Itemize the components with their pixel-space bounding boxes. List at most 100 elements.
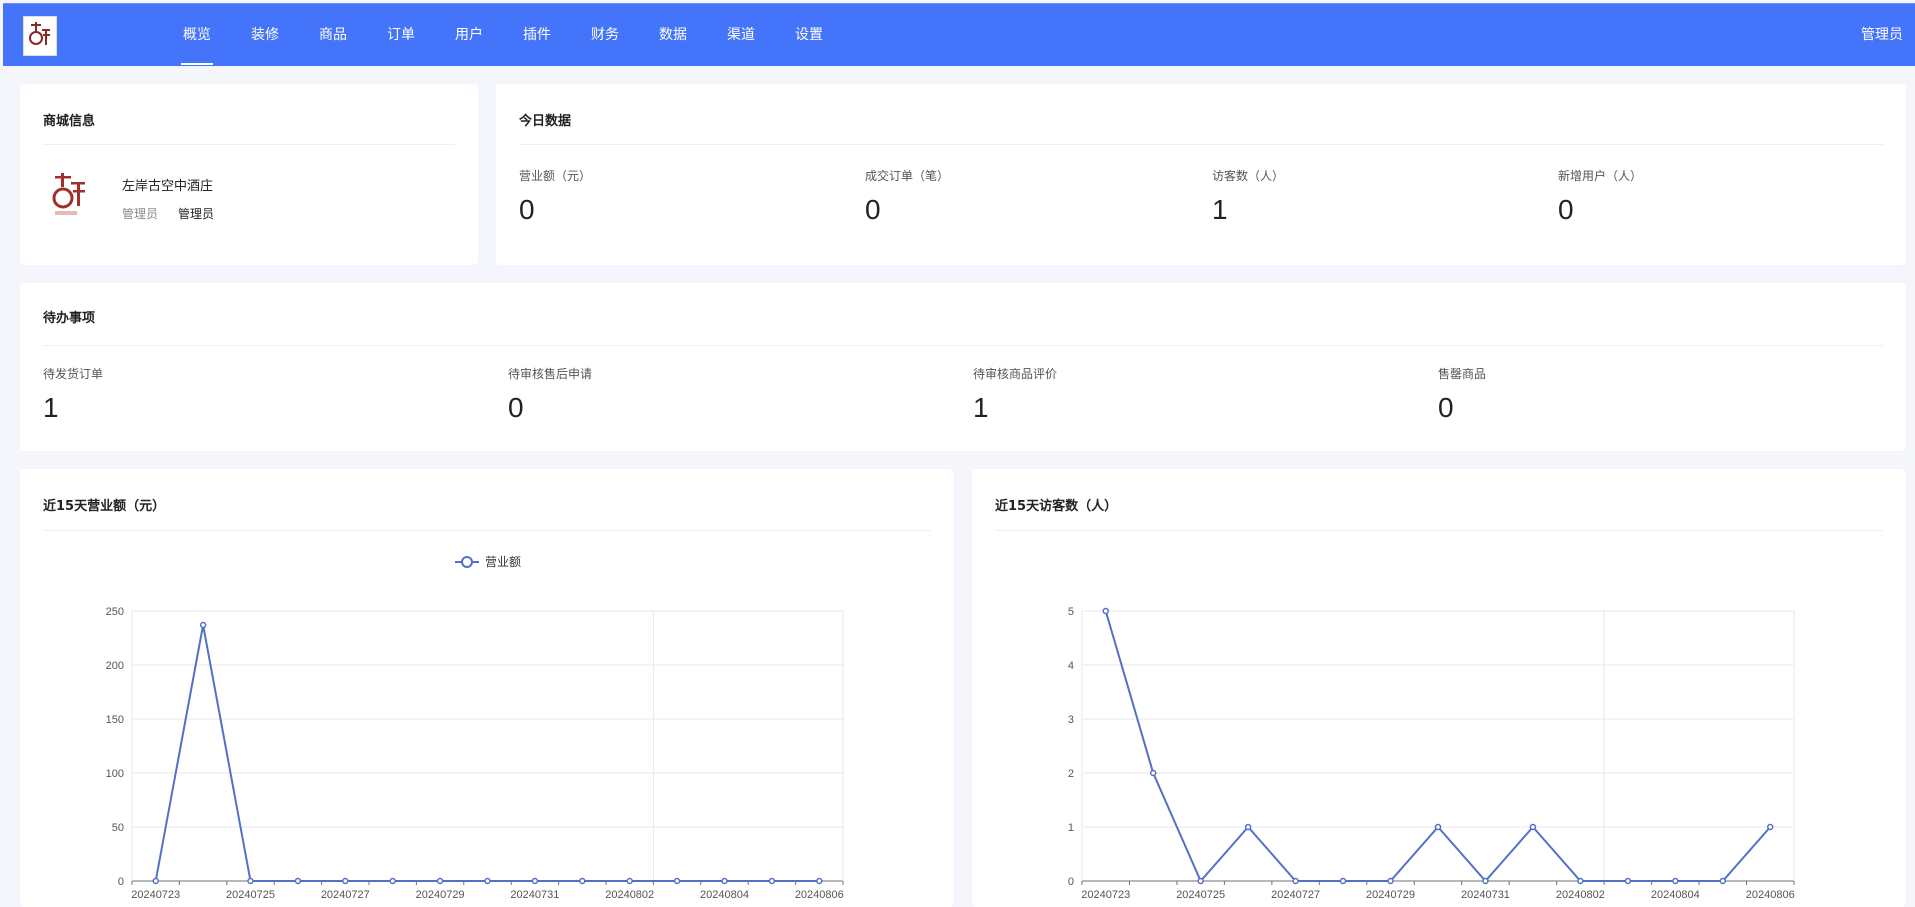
todo-pending-aftersale[interactable]: 待审核售后申请 0 <box>508 365 592 424</box>
todo-pending-shipment[interactable]: 待发货订单 1 <box>43 365 103 424</box>
divider <box>43 144 455 145</box>
x-tick-label: 20240729 <box>416 889 465 901</box>
x-tick-label: 20240804 <box>1651 889 1700 901</box>
nav-finance[interactable]: 财务 <box>571 4 639 67</box>
visitor-chart-card: 近15天访客数（人） 0 1 2 3 4 5 20240723 20240725 2024072… <box>972 469 1906 907</box>
data-point <box>1197 877 1204 885</box>
stat-value: 0 <box>1438 392 1454 423</box>
stat-label: 成交订单（笔） <box>865 169 950 183</box>
y-tick-label: 0 <box>118 876 124 888</box>
todo-pending-reviews[interactable]: 待审核商品评价 1 <box>973 365 1057 424</box>
x-tick-label: 20240731 <box>510 889 559 901</box>
role-value: 管理员 <box>178 207 215 221</box>
data-point <box>1434 823 1442 831</box>
stat-value: 0 <box>1558 194 1574 225</box>
data-point <box>1244 823 1252 831</box>
nav-overview[interactable]: 概览 <box>163 4 231 67</box>
revenue-chart-card: 近15天营业额（元） 0 50 100 150 200 250 20240723 202407… <box>20 469 954 907</box>
data-point <box>1339 877 1347 885</box>
x-tick-label: 20240727 <box>1271 889 1320 901</box>
x-tick-label: 20240723 <box>131 889 180 901</box>
data-point <box>816 877 823 885</box>
data-point <box>1102 607 1109 615</box>
stat-revenue: 营业额（元） 0 <box>519 167 591 226</box>
data-point <box>768 877 776 885</box>
y-tick-label: 150 <box>106 714 124 726</box>
stat-new-users: 新增用户（人） 0 <box>1558 167 1642 226</box>
stat-value: 1 <box>973 392 989 423</box>
nav-settings[interactable]: 设置 <box>775 4 843 67</box>
x-tick-label: 20240802 <box>605 889 654 901</box>
stat-label: 待审核商品评价 <box>973 367 1058 381</box>
y-tick-label: 3 <box>1068 714 1074 726</box>
x-tick-label: 20240806 <box>795 889 844 901</box>
data-point <box>721 877 728 885</box>
data-point <box>152 877 159 885</box>
x-tick-label: 20240723 <box>1081 889 1130 901</box>
data-point <box>342 877 349 885</box>
stat-value: 1 <box>43 392 59 423</box>
nav-orders[interactable]: 订单 <box>367 4 435 67</box>
nav-channels[interactable]: 渠道 <box>707 4 775 67</box>
nav-products[interactable]: 商品 <box>299 4 367 67</box>
data-point <box>626 877 633 885</box>
card-title: 待办事项 <box>43 311 96 326</box>
x-tick-label: 20240802 <box>1556 889 1605 901</box>
stat-value: 0 <box>865 194 881 225</box>
legend-icon <box>461 556 473 568</box>
stat-label: 访客数（人） <box>1212 169 1285 183</box>
stat-visitors: 访客数（人） 1 <box>1212 167 1284 226</box>
y-tick-label: 4 <box>1068 660 1074 672</box>
data-point <box>436 877 444 885</box>
data-point <box>1387 877 1394 885</box>
data-point <box>1719 877 1727 885</box>
role-label: 管理员 <box>122 207 159 221</box>
y-tick-label: 50 <box>112 822 124 834</box>
data-point <box>531 877 539 885</box>
nav-decoration[interactable]: 装修 <box>231 4 299 67</box>
data-point <box>294 877 302 885</box>
divider <box>43 345 1883 346</box>
x-tick-label: 20240725 <box>1176 889 1225 901</box>
y-tick-label: 100 <box>106 768 124 780</box>
x-tick-label: 20240727 <box>321 889 370 901</box>
nav-users[interactable]: 用户 <box>435 4 503 67</box>
data-point <box>1149 769 1157 777</box>
todo-sold-out[interactable]: 售罄商品 0 <box>1438 365 1486 424</box>
stat-label: 售罄商品 <box>1438 367 1487 381</box>
stat-label: 待审核售后申请 <box>508 367 593 381</box>
nav-data[interactable]: 数据 <box>639 4 707 67</box>
stat-orders: 成交订单（笔） 0 <box>865 167 949 226</box>
legend-label: 营业额 <box>485 555 521 569</box>
logo-icon <box>29 22 50 45</box>
y-tick-label: 0 <box>1068 876 1074 888</box>
data-point <box>389 877 396 885</box>
series-line <box>154 624 820 882</box>
data-point <box>1767 823 1774 831</box>
x-tick-label: 20240804 <box>700 889 749 901</box>
shop-logo-icon <box>49 170 89 218</box>
x-tick-label: 20240806 <box>1746 889 1795 901</box>
data-point <box>247 877 254 885</box>
data-point <box>1482 877 1489 885</box>
visitor-line-chart: 0 1 2 3 4 5 20240723 20240725 20240727 20240729 20… <box>1068 606 1795 901</box>
todo-card: 待办事项 待发货订单 1 待审核售后申请 0 待审核商品评价 1 售罄商品 0 <box>20 283 1906 451</box>
y-tick-label: 1 <box>1068 822 1074 834</box>
x-tick-label: 20240729 <box>1366 889 1415 901</box>
stat-value: 0 <box>519 194 535 225</box>
nav-plugins[interactable]: 插件 <box>503 4 571 67</box>
data-point <box>673 877 681 885</box>
today-data-card: 今日数据 营业额（元） 0 成交订单（笔） 0 访客数（人） 1 新增用户（人）… <box>496 84 1906 265</box>
series-line <box>1104 610 1772 883</box>
shop-info-card: 商城信息 左岸古空中酒庄 管理员 管理员 <box>20 84 478 265</box>
y-tick-label: 5 <box>1068 606 1074 618</box>
data-point <box>1577 877 1584 885</box>
user-menu[interactable]: 管理员 <box>1861 4 1903 67</box>
app-logo[interactable] <box>23 16 57 56</box>
data-point <box>199 621 207 629</box>
stat-label: 新增用户（人） <box>1558 169 1643 183</box>
data-point <box>1672 877 1679 885</box>
y-tick-label: 2 <box>1068 768 1074 780</box>
revenue-line-chart: 0 50 100 150 200 250 20240723 20240725 20240727 2… <box>106 555 844 901</box>
data-point <box>1292 877 1299 885</box>
